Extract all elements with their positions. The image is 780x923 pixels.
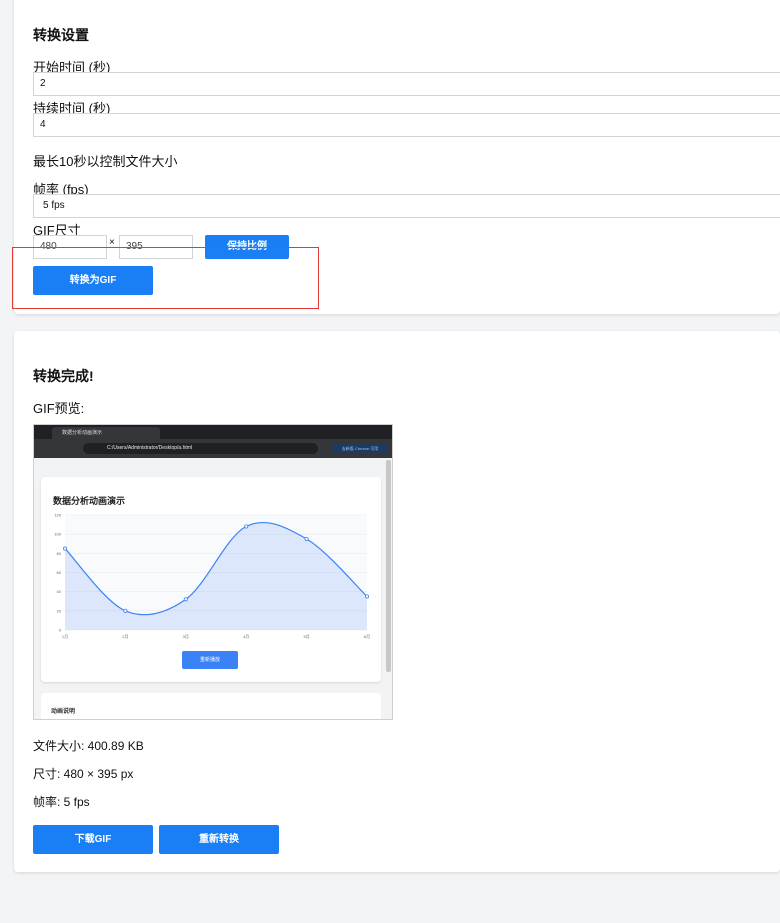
- page: 转换设置 开始时间 (秒) 2 持续时间 (秒) 4 最长10秒以控制文件大小 …: [0, 0, 780, 923]
- x-tick-label: 6月: [364, 634, 370, 639]
- data-point: [304, 536, 309, 541]
- x-tick-label: 3月: [183, 634, 189, 639]
- result-title: 转换完成!: [33, 368, 94, 384]
- reconvert-button[interactable]: 重新转换: [159, 825, 279, 854]
- data-point: [183, 597, 188, 602]
- dimensions-text: 尺寸: 480 × 395 px: [33, 767, 134, 781]
- browser-tab-strip: 数据分析动画演示: [34, 425, 392, 439]
- animation-note-title: 动画说明: [51, 709, 76, 715]
- browser-chip: 去新版 Chrome 可用: [332, 443, 388, 454]
- x-tick-label: 2月: [122, 634, 128, 639]
- x-tick-label: 4月: [243, 634, 249, 639]
- x-tick-label: 1月: [62, 634, 68, 639]
- download-gif-button[interactable]: 下载GIF: [33, 825, 153, 854]
- duration-hint: 最长10秒以控制文件大小: [33, 154, 178, 169]
- fps-select[interactable]: 5 fps: [33, 194, 780, 218]
- browser-tab: 数据分析动画演示: [52, 427, 160, 439]
- y-tick-label: 0: [59, 628, 62, 633]
- gif-preview-image: 数据分析动画演示 C:/Users/Administrator/Desktop/…: [33, 424, 393, 720]
- y-tick-label: 80: [57, 551, 62, 556]
- y-tick-label: 20: [57, 608, 62, 613]
- chart-card: 数据分析动画演示 120 100 80 60 40 20 0 1月 2月 3月 4月 5月 6月 重新播…: [41, 477, 381, 682]
- data-point: [244, 524, 249, 529]
- browser-toolbar: C:/Users/Administrator/Desktop/a.html 去新…: [34, 439, 392, 458]
- duration-input[interactable]: 4: [33, 113, 780, 137]
- file-size-text: 文件大小: 400.89 KB: [33, 739, 144, 753]
- fps-text: 帧率: 5 fps: [33, 795, 90, 809]
- start-time-input[interactable]: 2: [33, 72, 780, 96]
- y-tick-label: 60: [57, 570, 62, 575]
- animation-note-card: 动画说明: [41, 693, 381, 719]
- scrollbar: [386, 460, 391, 672]
- y-tick-label: 40: [57, 589, 62, 594]
- gif-preview-label: GIF预览:: [33, 401, 85, 416]
- y-tick-label: 100: [54, 532, 61, 537]
- x-tick-label: 5月: [303, 634, 309, 639]
- chart-svg: 120 100 80 60 40 20 01月 2月 3月 4月 5月 6月: [54, 513, 370, 640]
- highlight-annotation-box: [12, 247, 319, 309]
- data-point: [123, 608, 128, 613]
- settings-title: 转换设置: [33, 27, 89, 43]
- browser-url: C:/Users/Administrator/Desktop/a.html: [83, 443, 318, 454]
- data-point: [62, 546, 67, 551]
- data-point: [364, 594, 369, 599]
- replay-button: 重新播放: [182, 651, 238, 669]
- y-tick-label: 120: [54, 513, 61, 518]
